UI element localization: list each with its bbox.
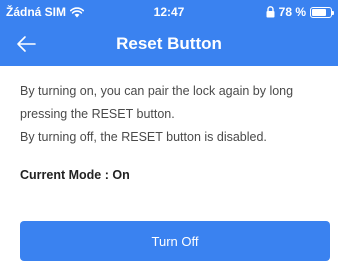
nav-bar: Reset Button — [0, 26, 338, 64]
description-line-2: pressing the RESET button. — [20, 107, 175, 121]
description-line-1: By turning on, you can pair the lock aga… — [20, 84, 294, 98]
app-header: Žádná SIM 12:47 78 % Reset Button — [0, 0, 338, 66]
battery-group: 78 % — [266, 5, 334, 19]
battery-level — [312, 8, 327, 16]
turn-off-button[interactable]: Turn Off — [20, 221, 330, 261]
battery-icon — [310, 6, 334, 18]
description-line-3: By turning off, the RESET button is disa… — [20, 130, 267, 144]
current-mode-label: Current Mode : On — [20, 168, 130, 182]
page-title: Reset Button — [116, 34, 222, 53]
battery-percent: 78 % — [278, 5, 306, 19]
turn-off-button-label: Turn Off — [151, 233, 199, 249]
status-bar: Žádná SIM 12:47 78 % — [0, 0, 338, 24]
orientation-lock-icon — [266, 6, 275, 18]
description: By turning on, you can pair the lock aga… — [20, 80, 325, 149]
